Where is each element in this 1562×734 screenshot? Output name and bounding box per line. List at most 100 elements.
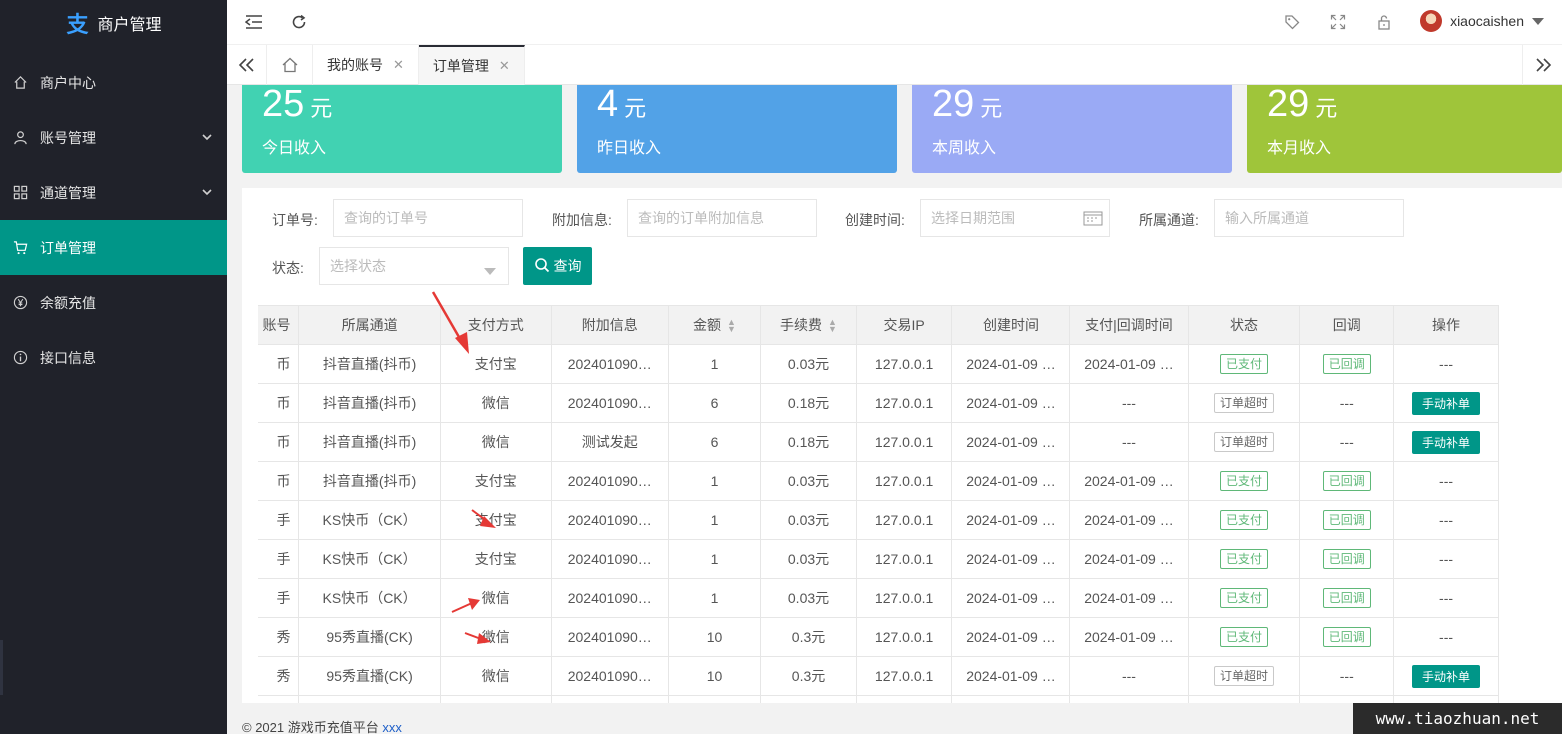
cell-fee	[760, 695, 857, 703]
cell-amount: 1	[667, 578, 762, 618]
status-badge: 已支付	[1219, 549, 1268, 569]
stat-unit: 元	[624, 96, 647, 121]
cell-paid: 2024-01-09 …	[1069, 539, 1189, 579]
cell-status	[1187, 695, 1301, 703]
sidebar-item-label: 订单管理	[40, 239, 96, 256]
query-button[interactable]: 查询	[523, 247, 592, 285]
cell-amount: 1	[667, 461, 762, 501]
status-label: 状态:	[272, 260, 304, 276]
table-row: 币抖音直播(抖币) 微信 测试发起 6 0.18元 127.0.0.1 2024-01-09…	[258, 422, 1499, 462]
col-amount[interactable]: 金额 ▲ ▼	[667, 305, 762, 345]
tab-my-account[interactable]: 我的账号 ✕	[313, 45, 419, 85]
close-icon[interactable]: ✕	[393, 57, 404, 73]
home-tab-icon[interactable]	[267, 45, 313, 85]
tab-order-management[interactable]: 订单管理 ✕	[418, 45, 525, 85]
sidebar-item-api-info[interactable]: 接口信息	[0, 330, 227, 385]
cell-channel: 抖音直播(抖币)	[298, 461, 441, 501]
cell-pay: 微信	[439, 617, 552, 657]
cell-created: 2024-01-09 …	[951, 500, 1071, 540]
cell-account: 手	[258, 539, 300, 579]
collapse-menu-icon[interactable]	[244, 12, 264, 32]
cell-status: 已支付	[1187, 500, 1301, 540]
cell-account: 手	[258, 500, 300, 540]
cell-extra: 202401090…	[550, 578, 669, 618]
cell-ip: 127.0.0.1	[855, 344, 953, 384]
logo-text: 商户管理	[97, 16, 162, 34]
sort-icon[interactable]: ▲ ▼	[828, 318, 837, 334]
cell-fee: 0.3元	[760, 617, 857, 657]
stat-label: 本月收入	[1267, 140, 1332, 157]
refresh-icon[interactable]	[289, 12, 309, 32]
cell-created: 2024-01-09 …	[951, 578, 1071, 618]
user-menu[interactable]: xiaocaishen	[1420, 10, 1544, 32]
lock-icon[interactable]	[1374, 12, 1394, 32]
cell-ip: 127.0.0.1	[855, 656, 953, 696]
cell-account: 币	[258, 383, 300, 423]
callback-badge: 已回调	[1322, 627, 1371, 647]
cell-amount: 6	[667, 383, 762, 423]
tag-icon[interactable]	[1282, 12, 1302, 32]
cell-paid: 2024-01-09 …	[1069, 461, 1189, 501]
channel-input[interactable]: 输入所属通道	[1214, 199, 1404, 237]
cell-account: 秀	[258, 656, 300, 696]
callback-badge: 已回调	[1322, 510, 1371, 530]
cell-amount: 1	[667, 344, 762, 384]
manual-supplement-button[interactable]: 手动补单	[1412, 391, 1481, 415]
logo-icon: 支	[66, 11, 89, 38]
calendar-icon[interactable]	[1083, 210, 1103, 229]
manual-supplement-button[interactable]: 手动补单	[1412, 664, 1481, 688]
manual-supplement-button[interactable]: 手动补单	[1412, 430, 1481, 454]
tabs-scroll-left-icon[interactable]	[227, 45, 267, 85]
cell-amount	[667, 695, 762, 703]
cell-ip: 127.0.0.1	[855, 539, 953, 579]
cell-action: 手动补单	[1393, 422, 1499, 462]
caret-down-icon	[484, 263, 496, 279]
cell-account	[258, 695, 300, 703]
sidebar-item-account[interactable]: 账号管理	[0, 110, 227, 165]
footer-link[interactable]: xxx	[382, 720, 402, 734]
cell-fee: 0.03元	[760, 500, 857, 540]
cell-callback: ---	[1299, 422, 1395, 462]
fullscreen-icon[interactable]	[1328, 12, 1348, 32]
sidebar-item-orders[interactable]: 订单管理	[0, 220, 227, 275]
sort-icon[interactable]: ▲ ▼	[727, 318, 736, 334]
annotation-arrow-icon	[451, 598, 480, 613]
cell-account: 秀	[258, 617, 300, 657]
cell-fee: 0.03元	[760, 344, 857, 384]
stat-unit: 元	[310, 96, 333, 121]
cell-fee: 0.3元	[760, 656, 857, 696]
col-fee[interactable]: 手续费 ▲ ▼	[760, 305, 857, 345]
cell-account: 币	[258, 344, 300, 384]
table-row: 币抖音直播(抖币) 支付宝 202401090… 1 0.03元 127.0.0.1 202…	[258, 461, 1499, 501]
sidebar-item-merchant-center[interactable]: 商户中心	[0, 55, 227, 110]
close-icon[interactable]: ✕	[499, 58, 510, 74]
cell-channel: 抖音直播(抖币)	[298, 344, 441, 384]
page-tabs: 我的账号 ✕ 订单管理 ✕	[227, 45, 1562, 85]
cell-status: 已支付	[1187, 578, 1301, 618]
username: xiaocaishen	[1450, 13, 1524, 29]
extra-info-input[interactable]: 查询的订单附加信息	[627, 199, 817, 237]
cell-extra: 202401090…	[550, 383, 669, 423]
order-no-input[interactable]: 查询的订单号	[333, 199, 523, 237]
date-range-input[interactable]: 选择日期范围	[920, 199, 1110, 237]
sidebar-logo[interactable]: 支 商户管理	[0, 0, 227, 45]
status-placeholder: 选择状态	[330, 258, 386, 274]
cell-extra: 202401090…	[550, 500, 669, 540]
chevron-down-icon	[201, 130, 213, 146]
stat-value: 29 元	[932, 85, 1002, 128]
chevron-down-icon	[201, 185, 213, 201]
cell-paid: ---	[1069, 656, 1189, 696]
status-badge: 已支付	[1219, 471, 1268, 491]
col-status: 状态	[1187, 305, 1301, 345]
extra-info-label: 附加信息:	[552, 212, 612, 228]
apps-icon	[12, 185, 28, 201]
cell-pay: 微信	[439, 656, 552, 696]
sidebar-item-recharge[interactable]: 余额充值	[0, 275, 227, 330]
order-panel: 订单号: 查询的订单号 附加信息: 查询的订单附加信息 创建时间: 选择日期范围…	[242, 188, 1562, 703]
sidebar-item-channel[interactable]: 通道管理	[0, 165, 227, 220]
cell-fee: 0.03元	[760, 578, 857, 618]
cell-amount: 1	[667, 500, 762, 540]
tabs-scroll-right-icon[interactable]	[1522, 45, 1562, 85]
stat-label: 本周收入	[932, 140, 997, 157]
status-select[interactable]: 选择状态	[319, 247, 509, 285]
